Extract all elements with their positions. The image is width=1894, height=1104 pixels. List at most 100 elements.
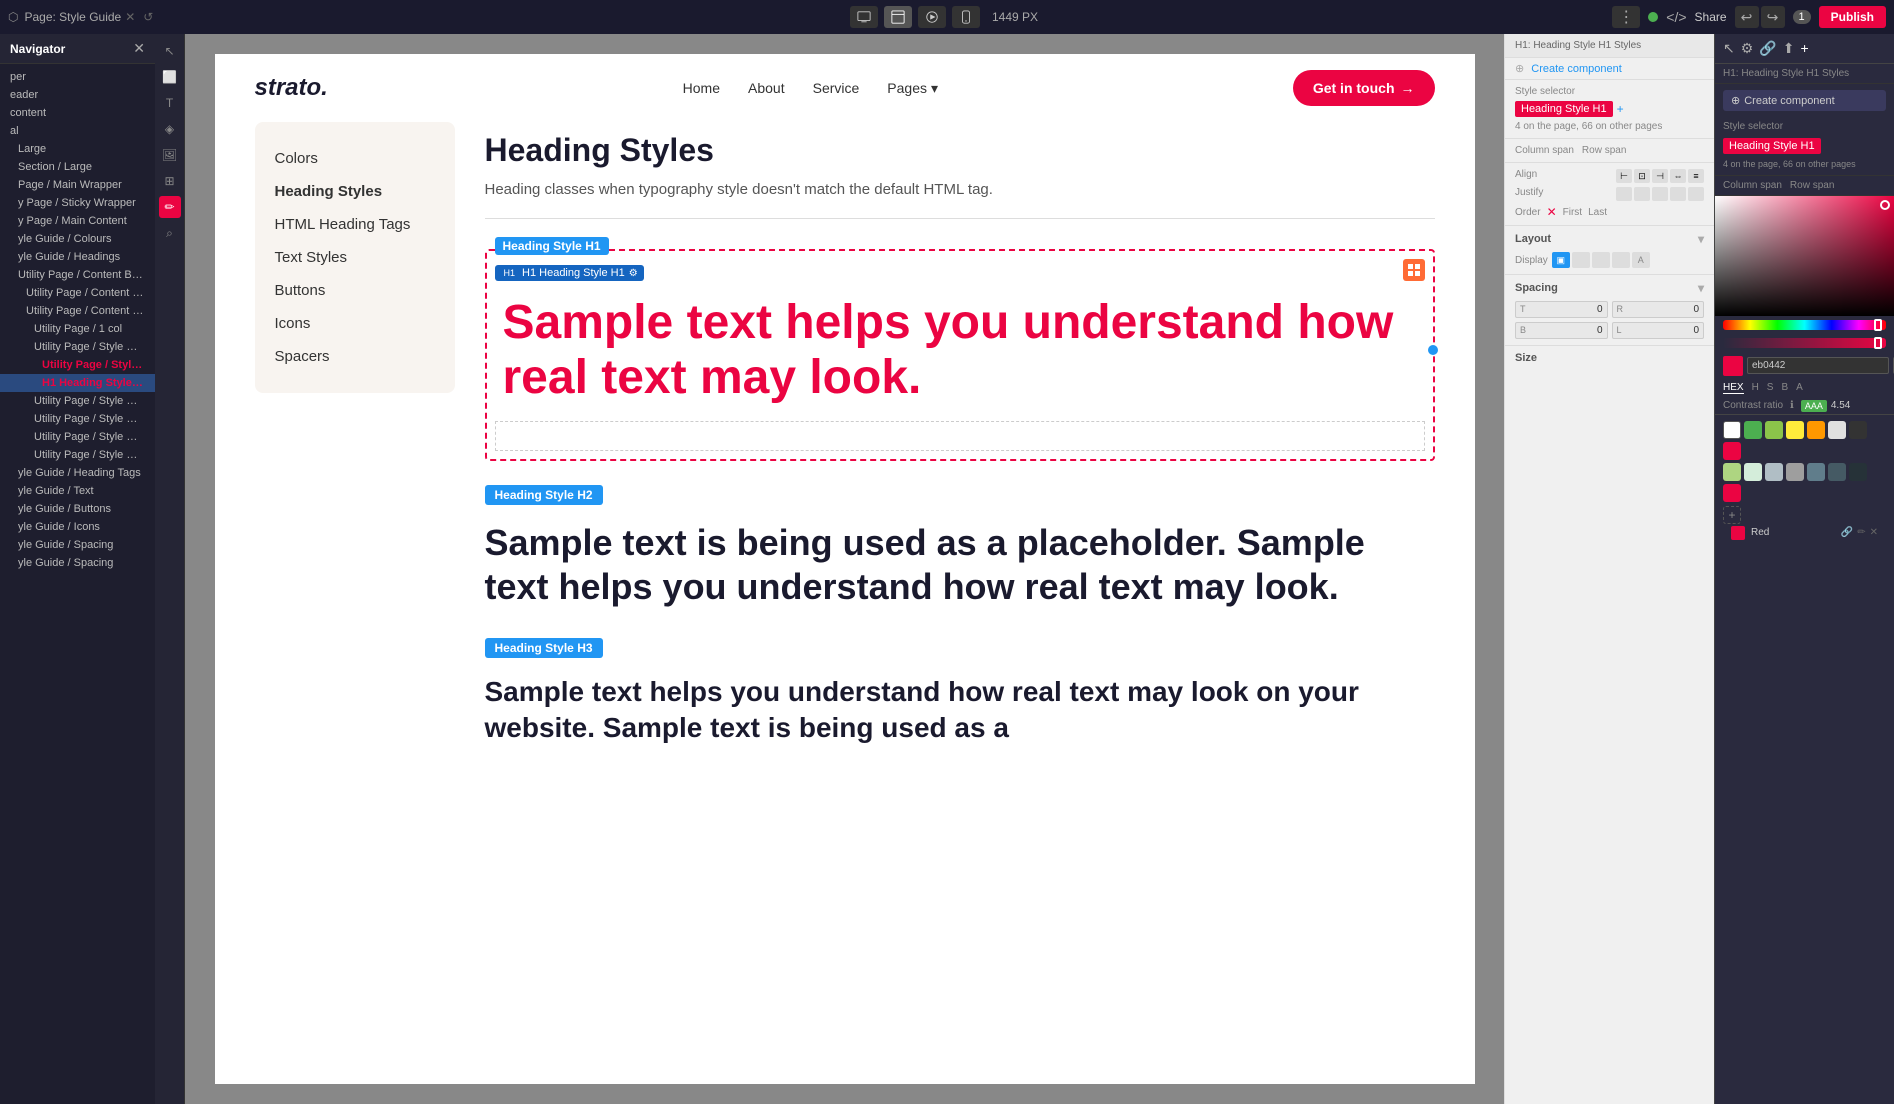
undo-button[interactable]: ↩ xyxy=(1735,6,1759,28)
swatch-yellow[interactable] xyxy=(1786,421,1804,439)
display-grid-btn[interactable] xyxy=(1592,252,1610,268)
alpha-cursor[interactable] xyxy=(1874,337,1882,349)
page-tab[interactable]: Page: Style Guide ✕ ↺ xyxy=(24,10,153,24)
canvas-view-icon[interactable] xyxy=(884,6,912,28)
cp-arrow-tool[interactable]: ↖ xyxy=(1723,40,1735,57)
swatch-edit-icon[interactable]: ✏ xyxy=(1857,527,1865,538)
nav-item-colours[interactable]: yle Guide / Colours xyxy=(0,230,155,248)
menu-buttons[interactable]: Buttons xyxy=(275,274,435,307)
create-component-button[interactable]: ⊕ Create component xyxy=(1515,63,1622,75)
menu-heading-styles[interactable]: Heading Styles xyxy=(275,175,435,208)
b-tab[interactable]: B xyxy=(1781,382,1788,394)
nav-item-buttons[interactable]: yle Guide / Buttons xyxy=(0,500,155,518)
nav-item-text[interactable]: yle Guide / Text xyxy=(0,482,155,500)
desktop-view-icon[interactable] xyxy=(850,6,878,28)
swatch-mintgreen[interactable] xyxy=(1744,463,1762,481)
code-view-icon[interactable]: </> xyxy=(1666,9,1686,25)
h-tab[interactable]: H xyxy=(1752,382,1759,394)
swatch-red2[interactable] xyxy=(1723,484,1741,502)
display-block-btn[interactable]: ▣ xyxy=(1552,252,1570,268)
margin-top[interactable]: T 0 xyxy=(1515,301,1608,318)
swatch-darkblue[interactable] xyxy=(1828,463,1846,481)
order-delete-btn[interactable]: ✕ xyxy=(1547,205,1557,219)
display-flex-btn[interactable] xyxy=(1572,252,1590,268)
component-tool[interactable]: ◈ xyxy=(159,118,181,140)
margin-right[interactable]: R 0 xyxy=(1612,301,1705,318)
color-preview-swatch[interactable] xyxy=(1723,356,1743,376)
publish-button[interactable]: Publish xyxy=(1819,6,1886,28)
nav-item-heading-tags[interactable]: yle Guide / Heading Tags xyxy=(0,464,155,482)
nav-item-headings[interactable]: yle Guide / Headings xyxy=(0,248,155,266)
menu-html-heading-tags[interactable]: HTML Heading Tags xyxy=(275,208,435,241)
cp-create-component[interactable]: ⊕ Create component xyxy=(1723,90,1886,111)
color-hue-bar[interactable] xyxy=(1723,320,1886,330)
nav-item-style-guide-3[interactable]: Utility Page / Style Guide xyxy=(0,410,155,428)
refresh-icon[interactable]: ↺ xyxy=(143,10,153,24)
arrow-tool[interactable]: ↖ xyxy=(159,40,181,62)
tab-close[interactable]: ✕ xyxy=(125,10,135,24)
cta-button[interactable]: Get in touch → xyxy=(1293,70,1435,106)
nav-item-style-guide-1[interactable]: Utility Page / Style Guide xyxy=(0,338,155,356)
image-tool[interactable]: 🖼 xyxy=(159,144,181,166)
menu-pages[interactable]: Pages ▾ xyxy=(887,80,938,97)
menu-icons[interactable]: Icons xyxy=(275,307,435,340)
swatch-link-icon[interactable]: 🔗 xyxy=(1841,527,1853,538)
a-tab[interactable]: A xyxy=(1796,382,1803,394)
swatch-add-button[interactable]: + xyxy=(1723,506,1741,524)
nav-item-style-guide-inner[interactable]: Utility Page / Style Gui... xyxy=(0,356,155,374)
align-end-btn[interactable]: ⊣ xyxy=(1652,169,1668,183)
swatch-lightgray[interactable] xyxy=(1828,421,1846,439)
menu-colors[interactable]: Colors xyxy=(275,142,435,175)
layout-expand-icon[interactable]: ▾ xyxy=(1698,232,1704,246)
swatch-dark[interactable] xyxy=(1849,421,1867,439)
cp-link-tool[interactable]: 🔗 xyxy=(1759,40,1776,57)
nav-item[interactable]: Large xyxy=(0,140,155,158)
swatch-lime[interactable] xyxy=(1723,463,1741,481)
spacing-expand-icon[interactable]: ▾ xyxy=(1698,281,1704,295)
justify-around-btn[interactable] xyxy=(1688,187,1704,201)
nav-item-spacing-1[interactable]: yle Guide / Spacing xyxy=(0,536,155,554)
justify-end-btn[interactable] xyxy=(1634,187,1650,201)
swatch-orange[interactable] xyxy=(1807,421,1825,439)
display-more-btn[interactable]: A xyxy=(1632,252,1650,268)
cp-add-tool[interactable]: + xyxy=(1800,40,1808,57)
nav-item[interactable]: content xyxy=(0,104,155,122)
justify-between-btn[interactable] xyxy=(1670,187,1686,201)
swatch-verydark[interactable] xyxy=(1849,463,1867,481)
cp-settings-tool[interactable]: ⚙ xyxy=(1741,40,1754,57)
named-swatch-color[interactable] xyxy=(1731,526,1745,540)
menu-home[interactable]: Home xyxy=(683,80,720,96)
color-cursor[interactable] xyxy=(1880,200,1890,210)
swatch-steelblue[interactable] xyxy=(1807,463,1825,481)
cp-export-tool[interactable]: ⬆ xyxy=(1783,40,1795,57)
display-none-btn[interactable] xyxy=(1612,252,1630,268)
nav-item[interactable]: per xyxy=(0,68,155,86)
navigator-close[interactable]: ✕ xyxy=(133,40,145,57)
swatch-green[interactable] xyxy=(1744,421,1762,439)
nav-item-content-header[interactable]: Utility Page / Content Header xyxy=(0,284,155,302)
justify-start-btn[interactable] xyxy=(1616,187,1632,201)
margin-bottom[interactable]: B 0 xyxy=(1515,322,1608,339)
nav-item[interactable]: Page / Main Wrapper xyxy=(0,176,155,194)
nav-item-main-content[interactable]: y Page / Main Content xyxy=(0,212,155,230)
nav-item-1col[interactable]: Utility Page / 1 col xyxy=(0,320,155,338)
share-button[interactable]: Share xyxy=(1695,10,1727,24)
mobile-view-icon[interactable] xyxy=(952,6,980,28)
cp-style-badge[interactable]: Heading Style H1 xyxy=(1723,138,1821,154)
grid-icon[interactable] xyxy=(1403,259,1425,281)
resize-handle[interactable] xyxy=(1428,345,1438,355)
color-alpha-bar[interactable] xyxy=(1723,338,1886,348)
nav-item-sticky[interactable]: y Page / Sticky Wrapper xyxy=(0,194,155,212)
swatch-red[interactable] xyxy=(1723,442,1741,460)
menu-spacers[interactable]: Spacers xyxy=(275,340,435,373)
swatch-gray[interactable] xyxy=(1786,463,1804,481)
s-tab[interactable]: S xyxy=(1767,382,1774,394)
search-tool[interactable]: ⌕ xyxy=(159,222,181,244)
align-center-btn[interactable]: ⊡ xyxy=(1634,169,1650,183)
preview-icon[interactable] xyxy=(918,6,946,28)
canvas-area[interactable]: strato. Home About Service Pages ▾ Get i… xyxy=(185,34,1504,1104)
nav-item-style-guide-2[interactable]: Utility Page / Style Guide xyxy=(0,392,155,410)
more-options-icon[interactable]: ⋮ xyxy=(1612,6,1640,28)
align-start-btn[interactable]: ⊢ xyxy=(1616,169,1632,183)
justify-center-btn[interactable] xyxy=(1652,187,1668,201)
